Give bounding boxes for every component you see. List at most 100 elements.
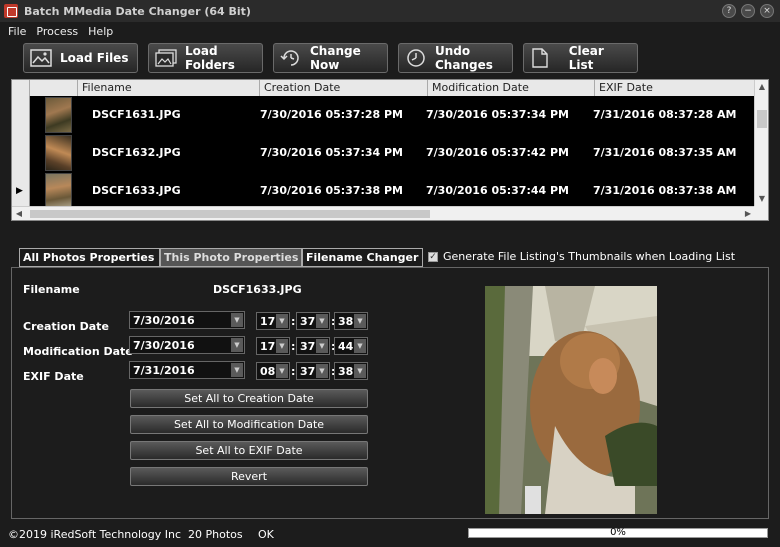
- progress-text: 0%: [610, 527, 626, 538]
- chevron-down-icon[interactable]: ▼: [354, 314, 366, 328]
- scroll-down-icon[interactable]: ▼: [755, 192, 769, 206]
- cell-filename: DSCF1632.JPG: [92, 146, 181, 159]
- thumbnail: [45, 97, 72, 133]
- scroll-right-icon[interactable]: ▶: [741, 207, 755, 221]
- change-now-button[interactable]: Change Now: [273, 43, 388, 73]
- cell-creation-date: 7/30/2016 05:37:38 PM: [260, 184, 403, 197]
- chevron-down-icon[interactable]: ▼: [231, 313, 243, 327]
- exif-hour-value: 08: [260, 365, 276, 378]
- scroll-left-icon[interactable]: ◀: [12, 207, 26, 221]
- vertical-scrollbar[interactable]: ▲ ▼: [754, 80, 768, 206]
- title-bar: Batch MMedia Date Changer (64 Bit) ? − ×: [0, 0, 780, 22]
- modification-date-label: Modification Date: [23, 345, 133, 358]
- modification-hour-value: 17: [260, 340, 276, 353]
- tab-filename-changer[interactable]: Filename Changer: [302, 248, 423, 267]
- horizontal-scrollbar[interactable]: ◀ ▶: [12, 206, 755, 220]
- load-files-label: Load Files: [60, 51, 129, 65]
- creation-hour-field[interactable]: 17 ▼: [256, 312, 290, 330]
- generate-thumbnails-checkbox[interactable]: ✓: [428, 251, 438, 262]
- revert-button[interactable]: Revert: [130, 467, 368, 486]
- table-row[interactable]: DSCF1631.JPG 7/30/2016 05:37:28 PM 7/30/…: [12, 96, 755, 134]
- column-header-exif-date[interactable]: EXIF Date: [595, 80, 755, 96]
- tab-this-photo-properties[interactable]: This Photo Properties: [160, 248, 302, 267]
- cell-modification-date: 7/30/2016 05:37:34 PM: [426, 108, 569, 121]
- current-row-arrow-icon: ▶: [16, 186, 23, 196]
- filename-value: DSCF1633.JPG: [213, 283, 302, 296]
- vertical-scroll-thumb[interactable]: [757, 110, 767, 128]
- row-indicator-header: [12, 80, 30, 96]
- exif-second-field[interactable]: 38 ▼: [334, 362, 368, 380]
- chevron-down-icon[interactable]: ▼: [354, 364, 366, 378]
- exif-hour-field[interactable]: 08 ▼: [256, 362, 290, 380]
- status-state: OK: [258, 528, 274, 541]
- chevron-down-icon[interactable]: ▼: [316, 364, 328, 378]
- clock-refresh-icon: [280, 48, 302, 68]
- file-list-header: Filename Creation Date Modification Date…: [12, 80, 755, 96]
- modification-date-picker[interactable]: 7/30/2016 ▼: [129, 336, 245, 354]
- chevron-down-icon[interactable]: ▼: [354, 339, 366, 353]
- column-header-filename[interactable]: Filename: [78, 80, 260, 96]
- creation-minute-field[interactable]: 37 ▼: [296, 312, 330, 330]
- property-tabs: All Photos Properties This Photo Propert…: [19, 248, 423, 267]
- modification-second-field[interactable]: 44 ▼: [334, 337, 368, 355]
- creation-second-value: 38: [338, 315, 354, 328]
- menu-bar: File Process Help: [0, 22, 780, 40]
- time-separator: :: [291, 340, 296, 353]
- help-button[interactable]: ?: [722, 4, 736, 18]
- thumbnail-header: [30, 80, 78, 96]
- clock-icon: [405, 48, 427, 68]
- set-all-creation-button[interactable]: Set All to Creation Date: [130, 389, 368, 408]
- creation-hour-value: 17: [260, 315, 276, 328]
- chevron-down-icon[interactable]: ▼: [276, 314, 288, 328]
- cell-modification-date: 7/30/2016 05:37:44 PM: [426, 184, 569, 197]
- chevron-down-icon[interactable]: ▼: [276, 339, 288, 353]
- chevron-down-icon[interactable]: ▼: [276, 364, 288, 378]
- menu-process[interactable]: Process: [36, 25, 78, 38]
- scroll-up-icon[interactable]: ▲: [755, 80, 769, 94]
- minimize-button[interactable]: −: [741, 4, 755, 18]
- tab-all-photos-properties[interactable]: All Photos Properties: [19, 248, 160, 267]
- creation-minute-value: 37: [300, 315, 316, 328]
- cell-exif-date: 7/31/2016 08:37:35 AM: [593, 146, 737, 159]
- horizontal-scroll-thumb[interactable]: [30, 210, 430, 218]
- table-row[interactable]: ▶ DSCF1633.JPG 7/30/2016 05:37:38 PM 7/3…: [12, 172, 755, 206]
- file-list[interactable]: Filename Creation Date Modification Date…: [11, 79, 769, 221]
- load-folders-button[interactable]: Load Folders: [148, 43, 263, 73]
- chevron-down-icon[interactable]: ▼: [316, 339, 328, 353]
- chevron-down-icon[interactable]: ▼: [231, 363, 243, 377]
- filename-label: Filename: [23, 283, 80, 296]
- chevron-down-icon[interactable]: ▼: [231, 338, 243, 352]
- modification-hour-field[interactable]: 17 ▼: [256, 337, 290, 355]
- modification-minute-field[interactable]: 37 ▼: [296, 337, 330, 355]
- load-files-button[interactable]: Load Files: [23, 43, 138, 73]
- time-separator: :: [291, 365, 296, 378]
- exif-date-value: 7/31/2016: [133, 364, 195, 377]
- cell-modification-date: 7/30/2016 05:37:42 PM: [426, 146, 569, 159]
- set-all-exif-button[interactable]: Set All to EXIF Date: [130, 441, 368, 460]
- photo-count: 20 Photos: [188, 528, 243, 541]
- clear-list-button[interactable]: Clear List: [523, 43, 638, 73]
- thumbnail: [45, 173, 72, 206]
- cell-creation-date: 7/30/2016 05:37:28 PM: [260, 108, 403, 121]
- creation-second-field[interactable]: 38 ▼: [334, 312, 368, 330]
- images-icon: [155, 48, 177, 68]
- column-header-creation-date[interactable]: Creation Date: [260, 80, 428, 96]
- time-separator: :: [291, 315, 296, 328]
- exif-minute-field[interactable]: 37 ▼: [296, 362, 330, 380]
- creation-date-picker[interactable]: 7/30/2016 ▼: [129, 311, 245, 329]
- modification-date-value: 7/30/2016: [133, 339, 195, 352]
- clear-list-label: Clear List: [568, 44, 604, 72]
- menu-file[interactable]: File: [8, 25, 26, 38]
- exif-date-picker[interactable]: 7/31/2016 ▼: [129, 361, 245, 379]
- cell-exif-date: 7/31/2016 08:37:28 AM: [593, 108, 737, 121]
- undo-changes-button[interactable]: Undo Changes: [398, 43, 513, 73]
- generate-thumbnails-option[interactable]: ✓ Generate File Listing's Thumbnails whe…: [428, 250, 735, 263]
- row-indicator: [12, 134, 30, 172]
- table-row[interactable]: DSCF1632.JPG 7/30/2016 05:37:34 PM 7/30/…: [12, 134, 755, 172]
- set-all-modification-button[interactable]: Set All to Modification Date: [130, 415, 368, 434]
- column-header-modification-date[interactable]: Modification Date: [428, 80, 595, 96]
- menu-help[interactable]: Help: [88, 25, 113, 38]
- chevron-down-icon[interactable]: ▼: [316, 314, 328, 328]
- file-list-rows: DSCF1631.JPG 7/30/2016 05:37:28 PM 7/30/…: [12, 96, 755, 206]
- close-button[interactable]: ×: [760, 4, 774, 18]
